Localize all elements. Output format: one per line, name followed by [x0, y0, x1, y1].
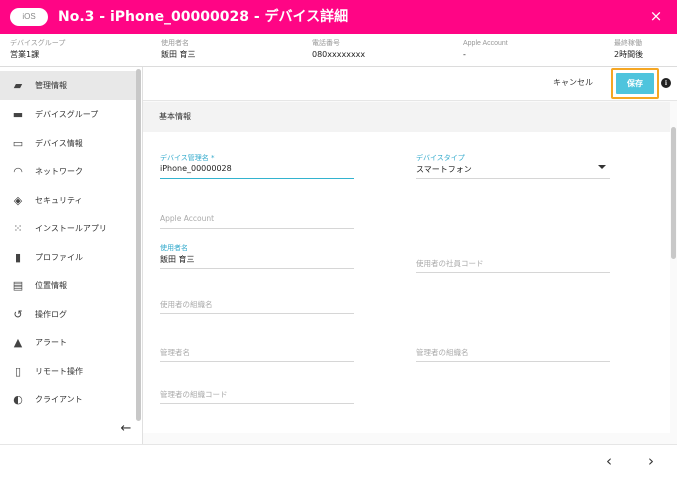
- info-value: 2時間後: [614, 50, 644, 59]
- sidebar-item-remote-operation[interactable]: ▯ リモート操作: [0, 357, 136, 386]
- sidebar-item-label: デバイスグループ: [35, 110, 99, 119]
- main-content: キャンセル 保存 i 基本情報 デバイス管理名 * iPhone_0000002…: [143, 67, 677, 444]
- admin-org-name-field[interactable]: 管理者の組織名: [416, 336, 610, 362]
- field-placeholder: 管理者の組織名: [416, 348, 469, 357]
- field-value: スマートフォン: [416, 165, 472, 174]
- sidebar-item-operation-log[interactable]: ↺ 操作ログ: [0, 300, 136, 329]
- field-value: iPhone_00000028: [160, 164, 232, 173]
- admin-org-code-field[interactable]: 管理者の組織コード: [160, 378, 354, 404]
- sidebar-item-label: インストールアプリ: [35, 224, 107, 233]
- folder-icon: ▬: [12, 107, 24, 121]
- page-title: No.3 - iPhone_00000028 - デバイス詳細: [58, 9, 349, 25]
- info-label: 使用者名: [161, 40, 189, 47]
- sidebar-item-label: リモート操作: [35, 367, 83, 376]
- device-type-select[interactable]: デバイスタイプ スマートフォン: [416, 153, 610, 179]
- info-apple-account: Apple Account -: [463, 38, 508, 61]
- info-value: 080xxxxxxxx: [312, 50, 366, 59]
- sidebar-item-device-group[interactable]: ▬ デバイスグループ: [0, 100, 136, 129]
- sidebar-item-device-info[interactable]: ▭ デバイス情報: [0, 129, 136, 158]
- info-label: Apple Account: [463, 40, 508, 47]
- sidebar-item-label: プロファイル: [35, 253, 83, 262]
- section-header: 基本情報: [143, 102, 670, 132]
- info-last-active: 最終稼働 2時間後: [614, 38, 643, 61]
- history-icon: ↺: [13, 307, 23, 321]
- sidebar-scrollbar[interactable]: [136, 69, 141, 421]
- user-name-field[interactable]: 使用者名 飯田 育三: [160, 243, 354, 269]
- sidebar-item-label: セキュリティ: [35, 196, 83, 205]
- info-label: 電話番号: [312, 40, 340, 47]
- shield-icon: ◈: [13, 193, 23, 207]
- field-label: 使用者名: [160, 244, 188, 252]
- os-badge: iOS: [10, 8, 48, 26]
- remote-phone-icon: ▯: [14, 364, 22, 378]
- field-placeholder: 使用者の社員コード: [416, 259, 484, 268]
- previous-arrow-icon[interactable]: ‹: [602, 453, 616, 469]
- client-icon: ◐: [13, 392, 23, 406]
- footer-bar: ‹ ›: [0, 444, 677, 477]
- device-summary-row: デバイスグループ 営業1課 使用者名 飯田 育三 電話番号 080xxxxxxx…: [0, 34, 677, 67]
- devices-icon: ▭: [12, 136, 24, 150]
- info-label: 最終稼働: [614, 40, 642, 47]
- save-button[interactable]: 保存: [616, 73, 654, 94]
- chevron-down-icon: [598, 165, 606, 169]
- info-value: -: [463, 50, 466, 59]
- sidebar-item-label: 操作ログ: [35, 310, 67, 319]
- info-label: デバイスグループ: [10, 40, 66, 47]
- sidebar-item-alert[interactable]: ▲ アラート: [0, 328, 136, 357]
- sidebar-item-client[interactable]: ◐ クライアント: [0, 385, 136, 414]
- sidebar-item-network[interactable]: ◠ ネットワーク: [0, 157, 136, 186]
- field-label: デバイス管理名 *: [160, 154, 215, 162]
- sidebar-item-management[interactable]: ▰ 管理情報: [0, 71, 136, 100]
- apps-grid-icon: ⁙: [13, 221, 23, 235]
- book-icon: ▰: [13, 78, 23, 92]
- info-value: 営業1課: [10, 50, 40, 59]
- action-bar: キャンセル 保存 i: [143, 67, 677, 101]
- apple-account-field[interactable]: Apple Account: [160, 203, 354, 229]
- sidebar: ▰ 管理情報 ▬ デバイスグループ ▭ デバイス情報 ◠ ネットワーク ◈ セキ…: [0, 67, 143, 444]
- wifi-icon: ◠: [13, 164, 23, 178]
- info-value: 飯田 育三: [161, 50, 196, 59]
- sidebar-item-location[interactable]: ▤ 位置情報: [0, 271, 136, 300]
- field-placeholder: Apple Account: [160, 214, 215, 223]
- field-placeholder: 管理者名: [160, 348, 190, 357]
- info-phone-number: 電話番号 080xxxxxxxx: [312, 38, 365, 61]
- collapse-sidebar-icon[interactable]: ←: [119, 422, 133, 436]
- field-value: 飯田 育三: [160, 255, 195, 264]
- cancel-button[interactable]: キャンセル: [553, 77, 593, 88]
- user-org-name-field[interactable]: 使用者の組織名: [160, 288, 354, 314]
- admin-name-field[interactable]: 管理者名: [160, 336, 354, 362]
- next-arrow-icon[interactable]: ›: [644, 453, 658, 469]
- user-employee-code-field[interactable]: 使用者の社員コード: [416, 247, 610, 273]
- field-placeholder: 管理者の組織コード: [160, 390, 228, 399]
- sidebar-item-label: クライアント: [35, 395, 83, 404]
- sidebar-item-label: 管理情報: [35, 81, 67, 90]
- info-device-group: デバイスグループ 営業1課: [10, 38, 65, 61]
- sidebar-item-installed-apps[interactable]: ⁙ インストールアプリ: [0, 214, 136, 243]
- sidebar-item-label: アラート: [35, 338, 67, 347]
- file-icon: ▮: [14, 250, 22, 264]
- info-user-name: 使用者名 飯田 育三: [161, 38, 196, 61]
- main-scrollbar[interactable]: [671, 127, 676, 259]
- map-icon: ▤: [12, 278, 24, 292]
- header-bar: iOS No.3 - iPhone_00000028 - デバイス詳細 ×: [0, 0, 677, 34]
- close-icon[interactable]: ×: [649, 8, 663, 24]
- sidebar-item-label: ネットワーク: [35, 167, 83, 176]
- info-icon[interactable]: i: [661, 78, 671, 88]
- sidebar-item-profile[interactable]: ▮ プロファイル: [0, 243, 136, 272]
- sidebar-item-security[interactable]: ◈ セキュリティ: [0, 186, 136, 215]
- sidebar-item-label: 位置情報: [35, 281, 67, 290]
- save-button-highlight: 保存: [611, 68, 659, 99]
- section-title: 基本情報: [159, 112, 191, 121]
- field-placeholder: 使用者の組織名: [160, 300, 213, 309]
- sidebar-item-label: デバイス情報: [35, 139, 83, 148]
- field-label: デバイスタイプ: [416, 154, 465, 162]
- device-admin-name-field[interactable]: デバイス管理名 * iPhone_00000028: [160, 153, 354, 179]
- basic-info-card: 基本情報 デバイス管理名 * iPhone_00000028 デバイスタイプ ス…: [143, 102, 670, 433]
- warning-icon: ▲: [13, 335, 23, 349]
